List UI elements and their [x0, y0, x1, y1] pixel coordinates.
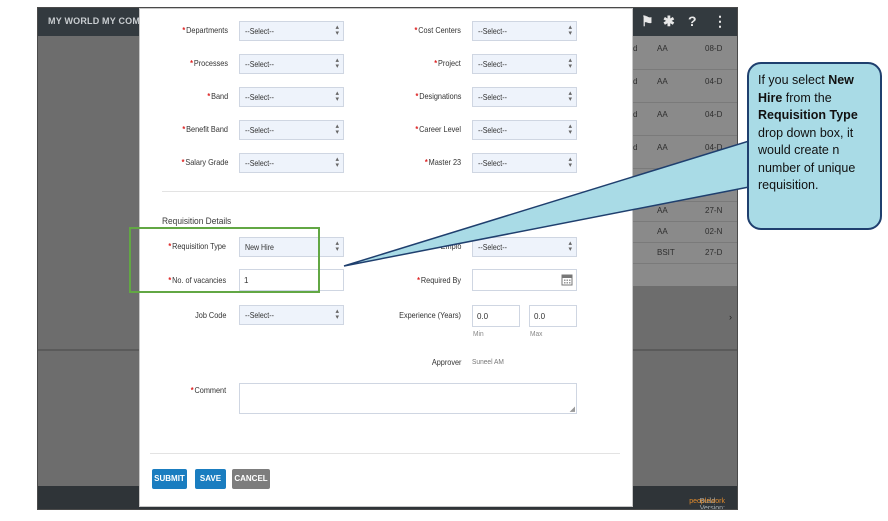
callout-annotation: If you select New Hire from the Requisit… — [747, 62, 882, 230]
